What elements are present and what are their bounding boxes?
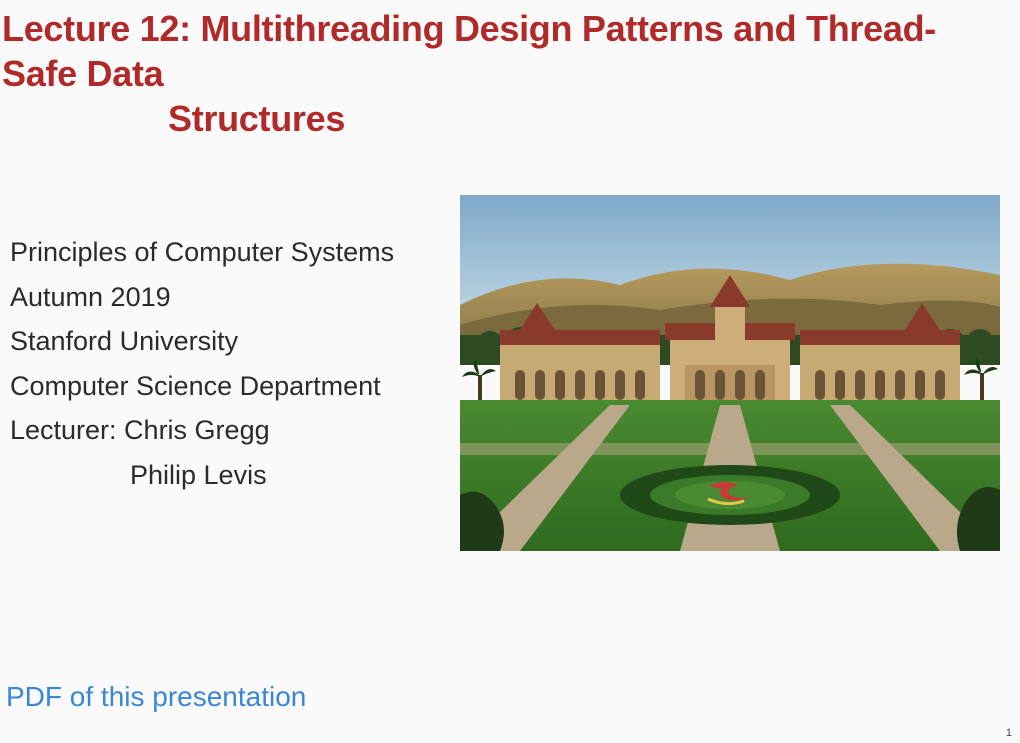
slide-title: Lecture 12: Multithreading Design Patter…	[2, 6, 1010, 141]
slide: Lecture 12: Multithreading Design Patter…	[0, 0, 1020, 743]
title-line-1: Lecture 12: Multithreading Design Patter…	[2, 8, 936, 94]
lecturer-secondary: Philip Levis	[10, 453, 394, 498]
pdf-link[interactable]: PDF of this presentation	[6, 681, 306, 713]
course-name: Principles of Computer Systems	[10, 230, 394, 275]
page-number: 1	[1006, 727, 1012, 739]
course-info: Principles of Computer Systems Autumn 20…	[10, 230, 394, 497]
lecturer-primary: Lecturer: Chris Gregg	[10, 408, 394, 453]
term: Autumn 2019	[10, 275, 394, 320]
department: Computer Science Department	[10, 364, 394, 409]
title-line-2: Structures	[2, 96, 1010, 141]
university: Stanford University	[10, 319, 394, 364]
campus-photo	[460, 195, 1000, 551]
